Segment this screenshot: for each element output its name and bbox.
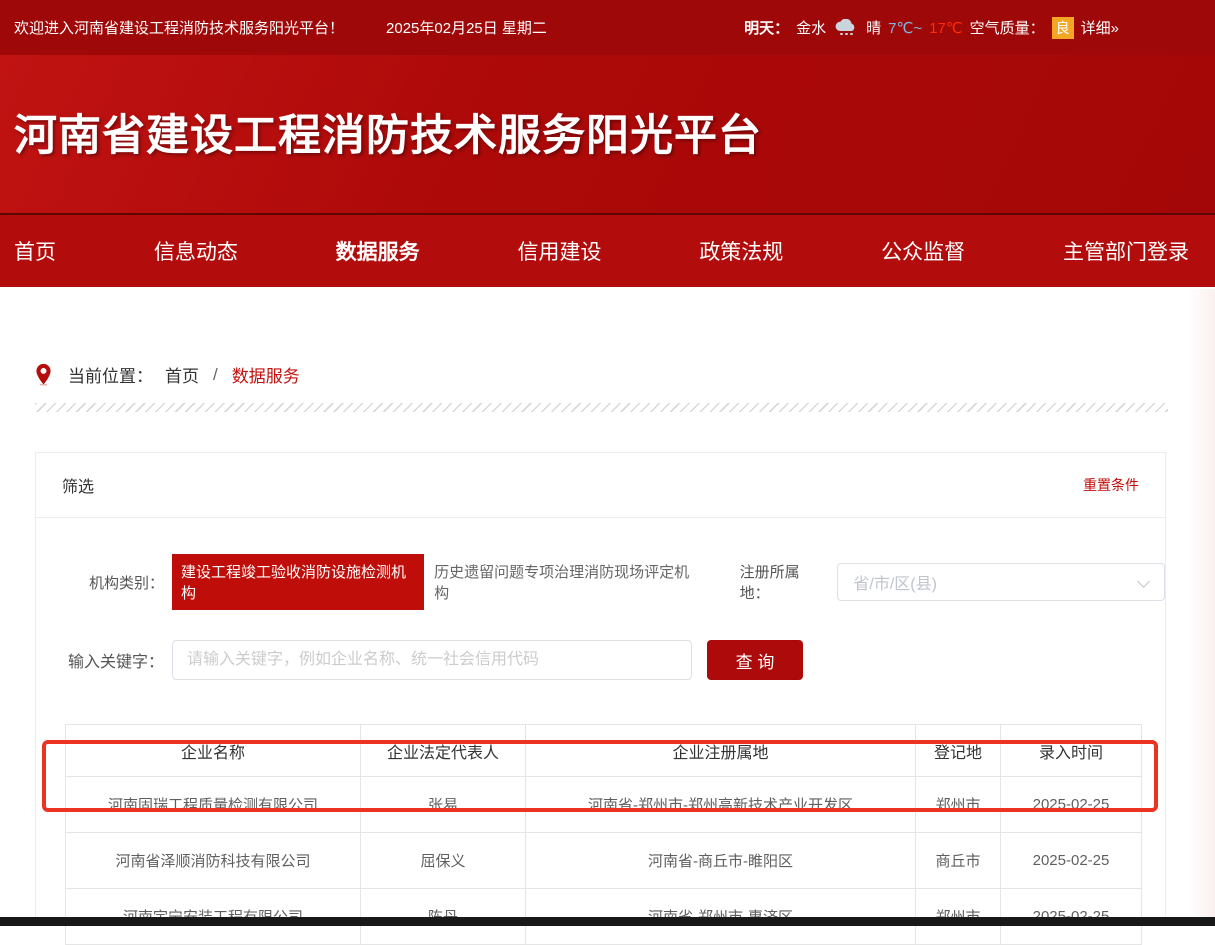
reset-filters-link[interactable]: 重置条件 <box>1083 475 1139 495</box>
cell-registered-location: 河南省-商丘市-睢阳区 <box>526 833 916 889</box>
breadcrumb-prefix: 当前位置： <box>68 362 153 387</box>
main-nav: 首页 信息动态 数据服务 信用建设 政策法规 公众监督 主管部门登录 <box>0 215 1215 287</box>
region-select[interactable]: 省/市/区(县) <box>837 563 1165 601</box>
filter-panel-header: 筛选 重置条件 <box>36 453 1165 518</box>
filter-title: 筛选 <box>62 473 94 497</box>
weather-condition: 晴 <box>866 17 881 38</box>
aqi-label: 空气质量： <box>970 17 1045 38</box>
category-filter-row: 机构类别： 建设工程竣工验收消防设施检测机构 历史遗留问题专项治理消防现场评定机… <box>36 554 1165 610</box>
cell-entry-date: 2025-02-25 <box>1001 833 1142 889</box>
keyword-label: 输入关键字： <box>36 648 164 672</box>
cell-record-place: 郑州市 <box>916 777 1001 833</box>
cell-record-place: 商丘市 <box>916 833 1001 889</box>
region-label: 注册所属地： <box>740 561 828 603</box>
breadcrumb-home-link[interactable]: 首页 <box>165 362 199 387</box>
col-header-record-place: 登记地 <box>916 725 1001 777</box>
temp-low: 7℃~ <box>888 19 922 37</box>
cloud-icon <box>833 19 859 37</box>
keyword-filter-row: 输入关键字： 查 询 <box>36 640 1165 680</box>
weather-detail-link[interactable]: 详细» <box>1081 17 1119 38</box>
category-option-unselected[interactable]: 历史遗留问题专项治理消防现场评定机构 <box>434 561 697 603</box>
cell-legal-rep: 张易 <box>361 777 526 833</box>
cell-legal-rep: 屈保义 <box>361 833 526 889</box>
filter-panel: 筛选 重置条件 机构类别： 建设工程竣工验收消防设施检测机构 历史遗留问题专项治… <box>35 452 1166 926</box>
keyword-input[interactable] <box>172 640 692 680</box>
top-utility-bar: 欢迎进入河南省建设工程消防技术服务阳光平台！ 2025年02月25日 星期二 明… <box>0 0 1215 55</box>
temp-high: 17℃ <box>929 19 963 37</box>
col-header-registered-location: 企业注册属地 <box>526 725 916 777</box>
table-row: 河南固瑞工程质量检测有限公司 张易 河南省-郑州市-郑州高新技术产业开发区 郑州… <box>66 777 1142 833</box>
site-header: 河南省建设工程消防技术服务阳光平台 <box>0 55 1215 215</box>
slash-divider <box>35 403 1168 412</box>
site-title: 河南省建设工程消防技术服务阳光平台 <box>0 55 1215 163</box>
results-table-wrap: 企业名称 企业法定代表人 企业注册属地 登记地 录入时间 河南固瑞工程质量检测有… <box>65 724 1141 945</box>
col-header-legal-rep: 企业法定代表人 <box>361 725 526 777</box>
weather-district: 金水 <box>796 17 826 38</box>
table-row: 河南省泽顺消防科技有限公司 屈保义 河南省-商丘市-睢阳区 商丘市 2025-0… <box>66 833 1142 889</box>
bottom-edge-bar <box>0 917 1215 926</box>
right-edge-tint <box>1189 289 1215 918</box>
nav-item-data-service[interactable]: 数据服务 <box>336 236 420 266</box>
breadcrumb: 当前位置： 首页 / 数据服务 <box>35 362 300 387</box>
table-header-row: 企业名称 企业法定代表人 企业注册属地 登记地 录入时间 <box>66 725 1142 777</box>
location-pin-icon <box>35 363 52 386</box>
breadcrumb-separator: / <box>213 365 218 385</box>
nav-item-news[interactable]: 信息动态 <box>154 236 238 266</box>
weather-widget: 明天： 金水 晴 7℃~ 17℃ 空气质量： 良 详细» <box>744 17 1119 39</box>
current-date: 2025年02月25日 星期二 <box>386 17 547 38</box>
nav-item-supervision[interactable]: 公众监督 <box>881 236 965 266</box>
weather-tomorrow-label: 明天： <box>744 17 789 38</box>
cell-entry-date: 2025-02-25 <box>1001 777 1142 833</box>
nav-item-policy[interactable]: 政策法规 <box>699 236 783 266</box>
region-select-placeholder: 省/市/区(县) <box>853 570 937 594</box>
nav-item-admin-login[interactable]: 主管部门登录 <box>1063 236 1189 266</box>
breadcrumb-current: 数据服务 <box>232 362 300 387</box>
nav-item-credit[interactable]: 信用建设 <box>517 236 601 266</box>
col-header-company-name: 企业名称 <box>66 725 361 777</box>
chevron-down-icon <box>1137 575 1150 588</box>
results-table: 企业名称 企业法定代表人 企业注册属地 登记地 录入时间 河南固瑞工程质量检测有… <box>65 724 1142 945</box>
cell-company-name: 河南省泽顺消防科技有限公司 <box>66 833 361 889</box>
aqi-badge: 良 <box>1052 17 1074 39</box>
cell-registered-location: 河南省-郑州市-郑州高新技术产业开发区 <box>526 777 916 833</box>
search-button[interactable]: 查 询 <box>707 640 803 680</box>
category-label: 机构类别： <box>36 572 164 593</box>
nav-item-home[interactable]: 首页 <box>14 236 56 266</box>
col-header-entry-date: 录入时间 <box>1001 725 1142 777</box>
cell-company-name: 河南固瑞工程质量检测有限公司 <box>66 777 361 833</box>
category-option-selected[interactable]: 建设工程竣工验收消防设施检测机构 <box>172 554 424 610</box>
welcome-text: 欢迎进入河南省建设工程消防技术服务阳光平台！ <box>14 17 344 38</box>
